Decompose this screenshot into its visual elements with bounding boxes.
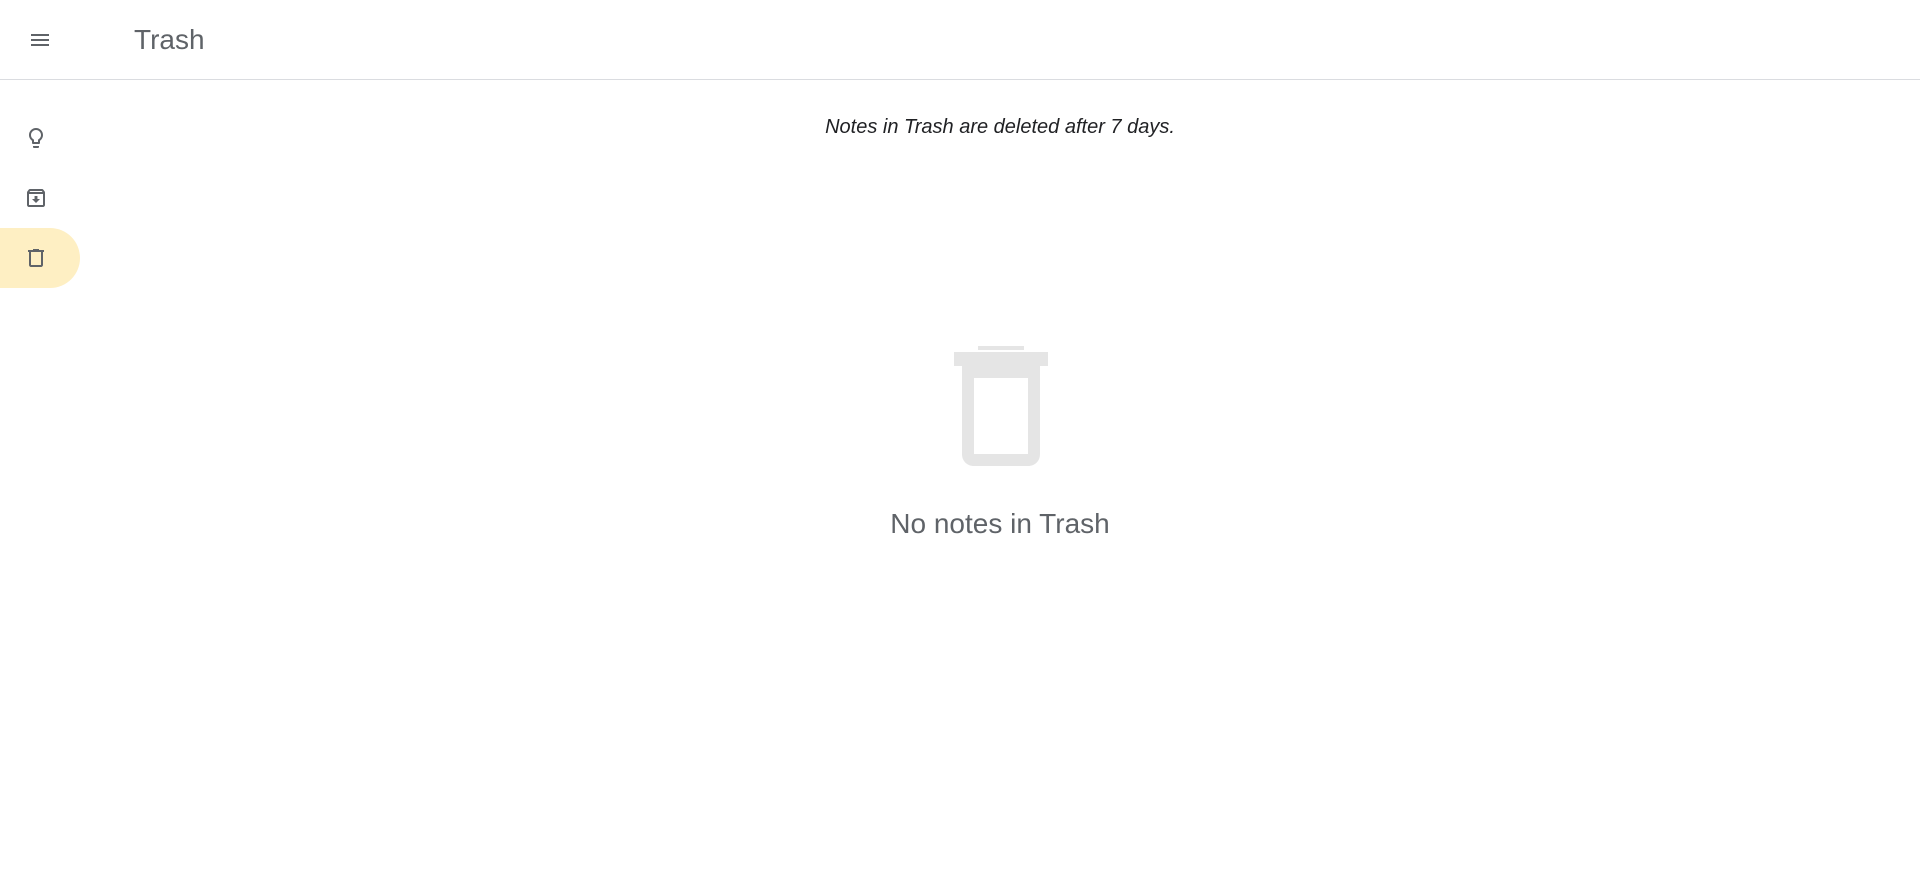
trash-notice: Notes in Trash are deleted after 7 days. — [825, 116, 1175, 138]
page-title: Trash — [134, 24, 205, 55]
main-content: Notes in Trash are deleted after 7 days.… — [0, 80, 1920, 892]
top-app-bar: Trash — [0, 0, 1920, 80]
empty-trash-icon — [954, 346, 1048, 466]
main-menu-button[interactable] — [16, 16, 64, 64]
hamburger-menu-icon — [31, 34, 49, 46]
empty-state-text: No notes in Trash — [890, 508, 1110, 539]
